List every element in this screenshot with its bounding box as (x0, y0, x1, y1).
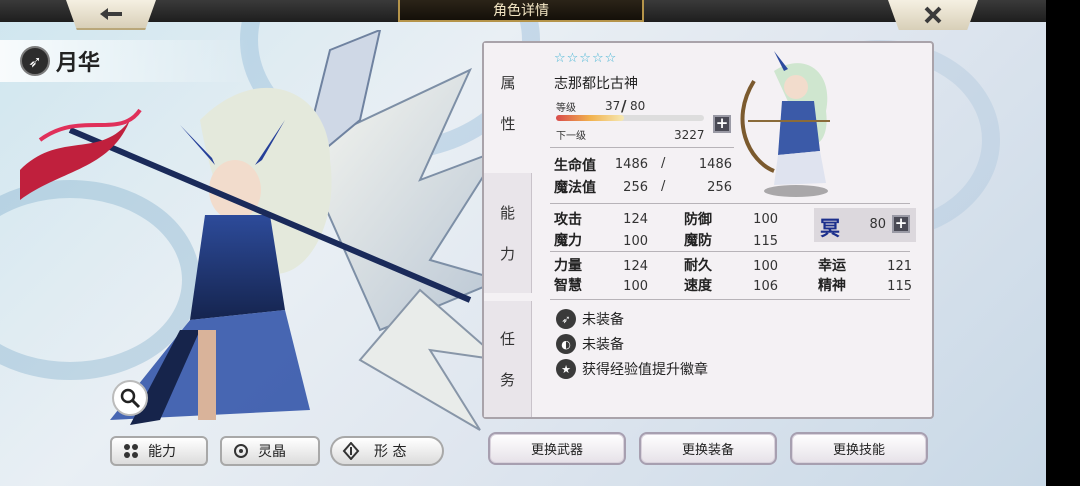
divider (550, 147, 734, 148)
change-weapon-button[interactable]: 更换武器 (488, 432, 626, 465)
luck-label: 幸运 (818, 258, 846, 274)
level-separator: / (621, 97, 627, 115)
level-value: 37 (605, 99, 621, 113)
tab-ability-label: 能力 (148, 444, 176, 460)
tab-crystal[interactable]: 灵晶 (220, 436, 320, 466)
mdef-value: 115 (753, 234, 778, 249)
side-tab-ability-char: 力 (499, 245, 515, 263)
element-plus-button[interactable]: + (892, 215, 910, 233)
magnifier-icon (120, 388, 141, 409)
back-button[interactable] (66, 0, 156, 30)
badge-slot[interactable]: ★ 获得经验值提升徽章 (556, 359, 708, 379)
sta-label: 耐久 (684, 258, 712, 274)
character-name: 月华 (56, 51, 101, 76)
mp-max: 256 (707, 180, 732, 195)
tab-crystal-label: 灵晶 (258, 444, 286, 460)
side-tab-ability-char: 能 (499, 204, 515, 222)
character-portrait (740, 51, 830, 197)
zoom-button[interactable] (112, 380, 148, 416)
character-title: 志那都比古神 (554, 76, 638, 92)
mdef-label: 魔防 (684, 233, 712, 249)
level-up-button[interactable]: + (713, 115, 731, 133)
badge-slot-label: 获得经验值提升徽章 (582, 362, 708, 378)
weapon-slot-label: 未装备 (582, 312, 624, 328)
hp-value: 1486 (614, 157, 648, 172)
weapon-slot[interactable]: ➶ 未装备 (556, 309, 624, 329)
spirit-value: 115 (887, 279, 912, 294)
form-icon (342, 442, 360, 460)
arrow-left-icon (100, 8, 122, 20)
exp-bar-fill (556, 115, 625, 121)
side-tabs: 属 性 能 力 任 务 (484, 43, 532, 417)
game-screen: 角色详情 ➶ 月华 能力 灵晶 形 态 属 性 能 力 任 务 ☆☆☆☆☆ 志那… (0, 0, 1046, 486)
change-skill-button[interactable]: 更换技能 (790, 432, 928, 465)
screen-edge (1046, 0, 1080, 486)
armor-slot-label: 未装备 (582, 337, 624, 353)
character-name-bar: ➶ 月华 (0, 40, 250, 82)
mag-label: 魔力 (554, 233, 582, 249)
spd-value: 106 (753, 279, 778, 294)
mp-separator: / (661, 179, 666, 194)
side-tab-ability[interactable]: 能 力 (484, 173, 532, 293)
side-tab-attributes[interactable]: 属 性 (484, 43, 532, 163)
armor-slot[interactable]: ◐ 未装备 (556, 334, 624, 354)
divider (550, 299, 910, 300)
close-icon (924, 6, 942, 24)
character-artwork (20, 30, 504, 431)
element-glyph: 冥 (820, 216, 840, 240)
def-value: 100 (753, 212, 778, 227)
sta-value: 100 (753, 259, 778, 274)
side-tab-mission-char: 任 (499, 330, 515, 348)
side-tab-attributes-char: 属 (500, 74, 516, 92)
tab-form-label: 形 态 (374, 444, 407, 460)
badge-icon: ★ (556, 359, 576, 379)
str-value: 124 (623, 259, 648, 274)
side-tab-mission-char: 务 (499, 371, 515, 389)
page-title: 角色详情 (398, 0, 644, 22)
spd-label: 速度 (684, 278, 712, 294)
hp-max: 1486 (698, 157, 732, 172)
level-max: 80 (630, 99, 646, 113)
tab-ability[interactable]: 能力 (110, 436, 208, 466)
atk-value: 124 (623, 212, 648, 227)
str-label: 力量 (554, 258, 582, 274)
divider (550, 251, 910, 252)
divider (550, 203, 910, 204)
int-label: 智慧 (554, 278, 582, 294)
mp-value: 256 (623, 180, 648, 195)
mp-label: 魔法值 (554, 180, 596, 196)
change-gear-button[interactable]: 更换装备 (639, 432, 777, 465)
gear-slot-icon: ◐ (556, 334, 576, 354)
def-label: 防御 (684, 212, 712, 228)
bow-class-icon: ➶ (20, 46, 50, 76)
element-value: 80 (869, 217, 886, 232)
atk-label: 攻击 (554, 212, 582, 228)
tab-form[interactable]: 形 态 (330, 436, 444, 466)
hp-separator: / (661, 156, 666, 171)
rarity-stars: ☆☆☆☆☆ (554, 51, 618, 66)
side-tab-mission[interactable]: 任 务 (484, 301, 532, 417)
int-value: 100 (623, 279, 648, 294)
close-button[interactable] (888, 0, 978, 30)
bow-icon: ➶ (556, 309, 576, 329)
crystal-icon (232, 442, 250, 460)
grid-icon (122, 442, 140, 460)
character-detail-panel: 属 性 能 力 任 务 ☆☆☆☆☆ 志那都比古神 等级 37 / 80 下一级 … (482, 41, 934, 419)
mag-value: 100 (623, 234, 648, 249)
luck-value: 121 (887, 259, 912, 274)
element-box: 冥 80 + (814, 208, 916, 242)
spirit-label: 精神 (818, 278, 846, 294)
next-level-exp: 3227 (674, 128, 705, 142)
level-label: 等级 (556, 103, 576, 114)
next-level-label: 下一级 (556, 131, 586, 142)
side-tab-attributes-char: 性 (500, 115, 516, 133)
hp-label: 生命值 (554, 158, 596, 174)
